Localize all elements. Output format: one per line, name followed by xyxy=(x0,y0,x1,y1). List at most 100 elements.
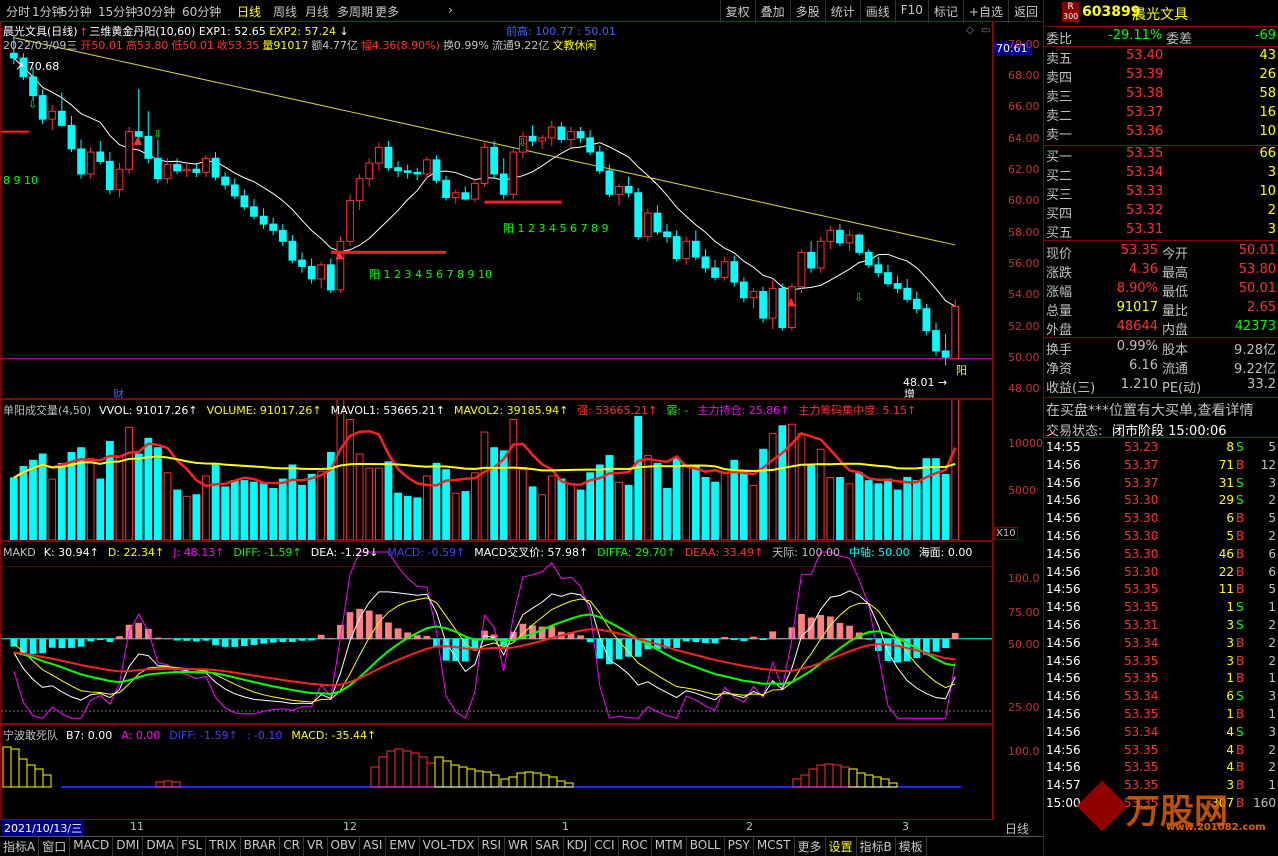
makd-panel[interactable]: MAKD K: 30.94↑ D: 22.34↑ J: 48.13↑ DIFF: -1.… xyxy=(0,541,993,724)
stat-label: 收益(三) xyxy=(1046,381,1096,396)
indicator-tab-17[interactable]: KDJ xyxy=(564,837,592,856)
tick-count: 3 xyxy=(1268,724,1276,739)
nb-step xyxy=(18,758,28,788)
weicha-value: -69 xyxy=(1254,28,1276,43)
volume-bar xyxy=(576,489,585,540)
panel-close-icon[interactable]: ◇ xyxy=(966,25,974,36)
indicator-tab-16[interactable]: SAR xyxy=(532,837,564,856)
tick-time: 14:56 xyxy=(1046,707,1081,721)
makd-y-axis: 100.0 75.00 50.00 25.00 xyxy=(993,541,1043,724)
notice-row[interactable]: 在买盘***位置有大买单,查看详情 xyxy=(1046,400,1276,420)
stat-label: 量比 xyxy=(1162,304,1189,319)
indicator-tab-9[interactable]: VR xyxy=(304,837,328,856)
period-tab-1[interactable]: 1分钟 xyxy=(32,3,64,20)
indicator-tab-5[interactable]: FSL xyxy=(178,837,207,856)
main-chart-panel[interactable]: ▲ ▲ ▲ ⇩ ⇩ ⇩ ⇩ ↗ 70.68 8 9 10 阳 1 2 3 4 5 6 7 8 9 … xyxy=(0,21,993,399)
indicator-tab-12[interactable]: EMV xyxy=(386,837,420,856)
period-tab-5[interactable]: 60分钟 xyxy=(182,3,221,20)
volume-bar xyxy=(115,456,124,540)
toolbar-btn-3[interactable]: 统计 xyxy=(824,0,860,23)
period-tab-0[interactable]: 分时 xyxy=(6,3,30,20)
macd-bar xyxy=(759,638,767,641)
indicator-tab-8[interactable]: CR xyxy=(280,837,304,856)
tick-side: S xyxy=(1236,440,1244,454)
indicator-tab-6[interactable]: TRIX xyxy=(206,837,241,856)
indicator-tab-13[interactable]: VOL-TDX xyxy=(420,837,479,856)
indicator-tab-18[interactable]: CCI xyxy=(591,837,619,856)
toolbar-btn-1[interactable]: 叠加 xyxy=(754,0,790,23)
ningbo-panel[interactable]: 宁波敢死队 B7: 0.00 A: 0.00 DIFF: -1.59↑: -0.10 M… xyxy=(0,724,993,820)
candle-body xyxy=(893,283,902,289)
period-tab-3[interactable]: 15分钟 xyxy=(98,3,137,20)
indicator-tab-7[interactable]: BRAR xyxy=(241,837,281,856)
indicator-tab-23[interactable]: MCST xyxy=(754,837,795,856)
macd-bar xyxy=(932,638,940,652)
indicator-tab-15[interactable]: WR xyxy=(505,837,533,856)
macd-bar xyxy=(192,638,200,642)
indicator-tab-27[interactable]: 模板 xyxy=(896,837,927,856)
candle-body xyxy=(653,212,662,233)
candle-body xyxy=(403,170,412,173)
indicator-value: B7: 0.00 xyxy=(66,729,113,742)
macd-bar xyxy=(577,635,584,640)
toolbar-btn-6[interactable]: 标记 xyxy=(927,0,963,23)
stat-value: 50.01 xyxy=(1238,243,1276,258)
candle-body xyxy=(125,131,133,170)
candle-body xyxy=(211,157,220,178)
toolbar-btn-7[interactable]: +自选 xyxy=(962,0,1008,23)
period-tab-6[interactable]: 日线 xyxy=(237,3,261,20)
period-tab-10[interactable]: 更多 xyxy=(375,3,399,20)
indicator-tab-10[interactable]: OBV xyxy=(328,837,361,856)
period-tab-7[interactable]: 周线 xyxy=(273,3,297,20)
period-label[interactable]: 日线 xyxy=(1005,820,1029,837)
toolbar-btn-4[interactable]: 画线 xyxy=(859,0,895,23)
indicator-tab-1[interactable]: 窗口 xyxy=(39,837,71,856)
stat-label: 涨跌 xyxy=(1046,266,1073,281)
toolbar-btn-5[interactable]: F10 xyxy=(894,0,928,23)
indicator-tab-3[interactable]: DMI xyxy=(113,837,144,856)
indicator-tab-22[interactable]: PSY xyxy=(725,837,754,856)
indicator-tab-14[interactable]: RSI xyxy=(479,837,506,856)
more-chevron-icon[interactable]: › xyxy=(448,3,453,17)
stat-value: 4.36 xyxy=(1129,262,1158,277)
tick-row: 14:56 53.31 3 S 2 xyxy=(1046,618,1276,636)
indicator-value: D: 22.34↑ xyxy=(107,546,165,559)
makd-chart[interactable] xyxy=(1,542,992,723)
toolbar-btn-2[interactable]: 多股 xyxy=(789,0,825,23)
stat-row: 总量 91017 量比 2.65 xyxy=(1046,300,1276,319)
volume-bar xyxy=(893,489,902,540)
period-tab-8[interactable]: 月线 xyxy=(305,3,329,20)
panel-menu-icon[interactable]: ▭ xyxy=(981,25,990,36)
indicator-tab-4[interactable]: DMA xyxy=(143,837,179,856)
nb-step xyxy=(370,766,380,788)
period-tab-2[interactable]: 5分钟 xyxy=(60,3,92,20)
macd-bar xyxy=(461,638,469,662)
macd-bar xyxy=(807,617,815,640)
period-tab-9[interactable]: 多周期 xyxy=(337,3,373,20)
volume-chart[interactable] xyxy=(1,400,992,540)
stat-value: 0.99% xyxy=(1116,339,1158,354)
toolbar-btn-0[interactable]: 复权 xyxy=(719,0,755,23)
tick-row: 14:56 53.30 22 B 6 xyxy=(1046,565,1276,583)
indicator-tab-24[interactable]: 更多 xyxy=(795,837,826,856)
nb-step xyxy=(418,756,428,788)
tick-time: 14:56 xyxy=(1046,493,1081,508)
candle-body xyxy=(672,236,681,260)
big-order-notice[interactable]: 在买盘***位置有大买单,查看详情 xyxy=(1046,400,1253,420)
indicator-tab-21[interactable]: BOLL xyxy=(687,837,725,856)
volume-panel[interactable]: 单阳成交量(4,50) VVOL: 91017.26↑ VOLUME: 91017.… xyxy=(0,399,993,541)
toolbar-btn-8[interactable]: 返回 xyxy=(1007,0,1043,23)
tick-volume: 4 xyxy=(1226,742,1234,757)
indicator-tab-26[interactable]: 指标B xyxy=(857,837,896,856)
indicator-tab-0[interactable]: 指标A xyxy=(0,837,40,856)
candle-body xyxy=(576,131,585,139)
period-tab-4[interactable]: 30分钟 xyxy=(136,3,175,20)
indicator-tab-2[interactable]: MACD xyxy=(70,837,114,856)
candlestick-chart[interactable]: ▲ ▲ ▲ ⇩ ⇩ ⇩ ⇩ ↗ 70.68 8 9 10 阳 1 2 3 4 5 6 7 8 9 … xyxy=(1,22,992,398)
indicator-tab-20[interactable]: MTM xyxy=(652,837,687,856)
indicator-tab-19[interactable]: ROC xyxy=(619,837,652,856)
vol-tick: 5000 xyxy=(1008,484,1036,497)
indicator-tab-25[interactable]: 设置 xyxy=(826,837,857,856)
candle-body xyxy=(240,195,249,208)
indicator-tab-11[interactable]: ASI xyxy=(360,837,387,856)
